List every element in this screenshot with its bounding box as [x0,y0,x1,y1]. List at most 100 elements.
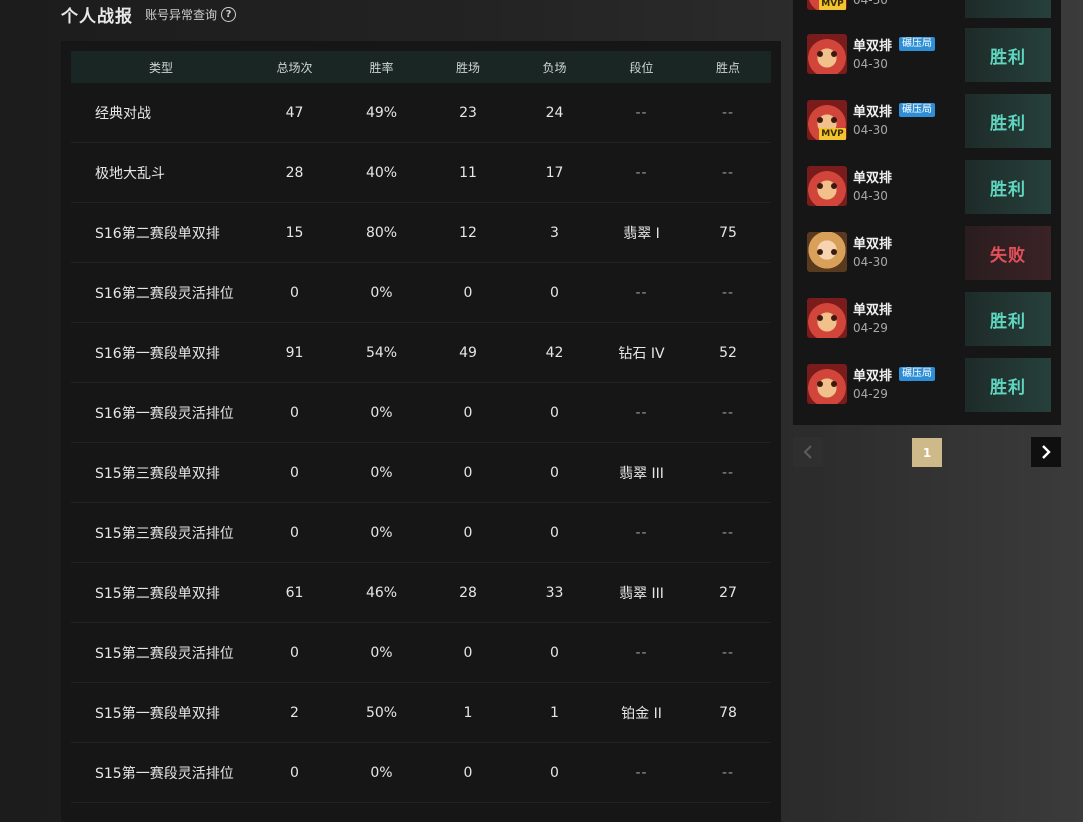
cell-lp: 52 [719,344,737,361]
match-mode: 单双排 [853,39,893,54]
cell-wins: 49 [459,344,477,361]
cell-total: 0 [290,644,299,661]
cell-wins: 0 [463,764,473,781]
cell-rank: -- [635,104,648,121]
cell-losses: 0 [550,644,559,661]
stats-panel: 类型 总场次 胜率 胜场 负场 段位 胜点 经典对战 47 49% 23 24 -- -- 极… [61,41,781,822]
cell-type: S16第二赛段单双排 [95,225,220,242]
cell-type: S15第二赛段灵活排位 [95,645,234,662]
match-item[interactable]: 单双排 碾压局 04-30 胜利 [793,28,1061,82]
cell-wins: 28 [459,584,477,601]
account-anomaly-link[interactable]: 账号异常查询 [145,6,217,23]
match-date: 04-30 [853,123,888,137]
cell-total: 0 [290,464,299,481]
match-item-partial[interactable]: MVP 04-30 [793,0,1061,18]
cell-losses: 17 [545,164,564,181]
cell-wins: 0 [463,404,473,421]
cell-type: S15第三赛段单双排 [95,465,220,482]
cell-lp: -- [721,284,735,301]
cell-lp: -- [721,464,735,481]
match-mode: 单双排 [853,171,893,186]
cell-rank: -- [635,164,648,181]
cell-losses: 1 [550,704,559,721]
cell-wins: 11 [459,164,477,181]
cell-type: S15第二赛段单双排 [95,585,220,602]
match-item[interactable]: 单双排 碾压局 04-29 胜利 [793,358,1061,412]
page-title: 个人战报 [61,6,133,27]
cell-total: 2 [290,704,299,721]
cell-rank: -- [635,524,648,541]
match-result: 胜利 [965,292,1051,346]
cell-lp: 75 [719,224,737,241]
cell-winrate: 0% [370,464,393,481]
cell-losses: 42 [545,344,564,361]
match-date: 04-30 [853,255,888,269]
cell-wins: 1 [463,704,473,721]
champion-avatar [807,232,847,272]
stomp-tag: 碾压局 [899,37,935,51]
match-mode: 单双排 [853,303,893,318]
table-row: S16第一赛段灵活排位 0 0% 0 0 -- -- [71,383,771,443]
cell-losses: 0 [550,764,559,781]
table-row: 经典对战 47 49% 23 24 -- -- [71,83,771,143]
column-header-wins: 胜场 [455,60,480,75]
table-body: 经典对战 47 49% 23 24 -- -- 极地大乱斗 28 40% 11 17 -- -- S16第二… [71,83,771,803]
cell-wins: 12 [459,224,477,241]
cell-winrate: 40% [365,164,398,181]
match-result: 失败 [965,226,1051,280]
cell-lp: -- [721,764,735,781]
cell-lp: -- [721,104,735,121]
match-item[interactable]: 单双排 04-30 胜利 [793,160,1061,214]
cell-lp: 27 [719,584,737,601]
table-header: 类型 总场次 胜率 胜场 负场 段位 胜点 [71,51,771,83]
cell-wins: 0 [463,524,473,541]
cell-rank: -- [635,644,648,661]
column-header-lp: 胜点 [715,60,740,75]
cell-rank: 钻石 IV [618,345,665,362]
cell-type: S16第一赛段单双排 [95,345,220,362]
table-row: S15第一赛段单双排 2 50% 1 1 铂金 II 78 [71,683,771,743]
cell-losses: 24 [545,104,564,121]
match-item[interactable]: 单双排 04-30 失败 [793,226,1061,280]
match-item[interactable]: 单双排 04-29 胜利 [793,292,1061,346]
stats-table: 类型 总场次 胜率 胜场 负场 段位 胜点 经典对战 47 49% 23 24 -- -- 极… [71,51,771,803]
cell-wins: 0 [463,464,473,481]
cell-losses: 3 [550,224,559,241]
cell-total: 0 [290,764,299,781]
chevron-left-icon [803,445,812,459]
match-date: 04-29 [853,387,888,401]
cell-winrate: 54% [365,344,398,361]
match-result: 胜利 [965,358,1051,412]
match-item[interactable]: MVP 单双排 碾压局 04-30 胜利 [793,94,1061,148]
table-row: S15第一赛段灵活排位 0 0% 0 0 -- -- [71,743,771,803]
champion-avatar [807,364,847,404]
cell-winrate: 49% [365,104,398,121]
table-row: S16第二赛段单双排 15 80% 12 3 翡翠 I 75 [71,203,771,263]
cell-lp: -- [721,524,735,541]
cell-total: 0 [290,404,299,421]
cell-rank: 铂金 II [621,705,662,722]
cell-total: 47 [285,104,304,121]
champion-avatar [807,34,847,74]
cell-total: 15 [285,224,304,241]
prev-page-button[interactable] [793,437,823,467]
cell-rank: -- [635,284,648,301]
cell-winrate: 0% [370,284,393,301]
mvp-badge: MVP [819,0,846,10]
cell-type: S15第一赛段灵活排位 [95,765,234,782]
cell-lp: -- [721,644,735,661]
column-header-winrate: 胜率 [369,60,394,75]
match-result: 胜利 [965,94,1051,148]
cell-type: S16第二赛段灵活排位 [95,285,234,302]
cell-losses: 0 [550,464,559,481]
cell-total: 61 [285,584,304,601]
stomp-tag: 碾压局 [899,103,935,117]
cell-rank: -- [635,404,648,421]
cell-lp: 78 [719,704,737,721]
next-page-button[interactable] [1031,437,1061,467]
cell-total: 0 [290,524,299,541]
page-number-button[interactable]: 1 [912,438,942,467]
help-icon[interactable]: ? [221,6,237,22]
cell-wins: 0 [463,644,473,661]
table-row: S15第二赛段单双排 61 46% 28 33 翡翠 III 27 [71,563,771,623]
